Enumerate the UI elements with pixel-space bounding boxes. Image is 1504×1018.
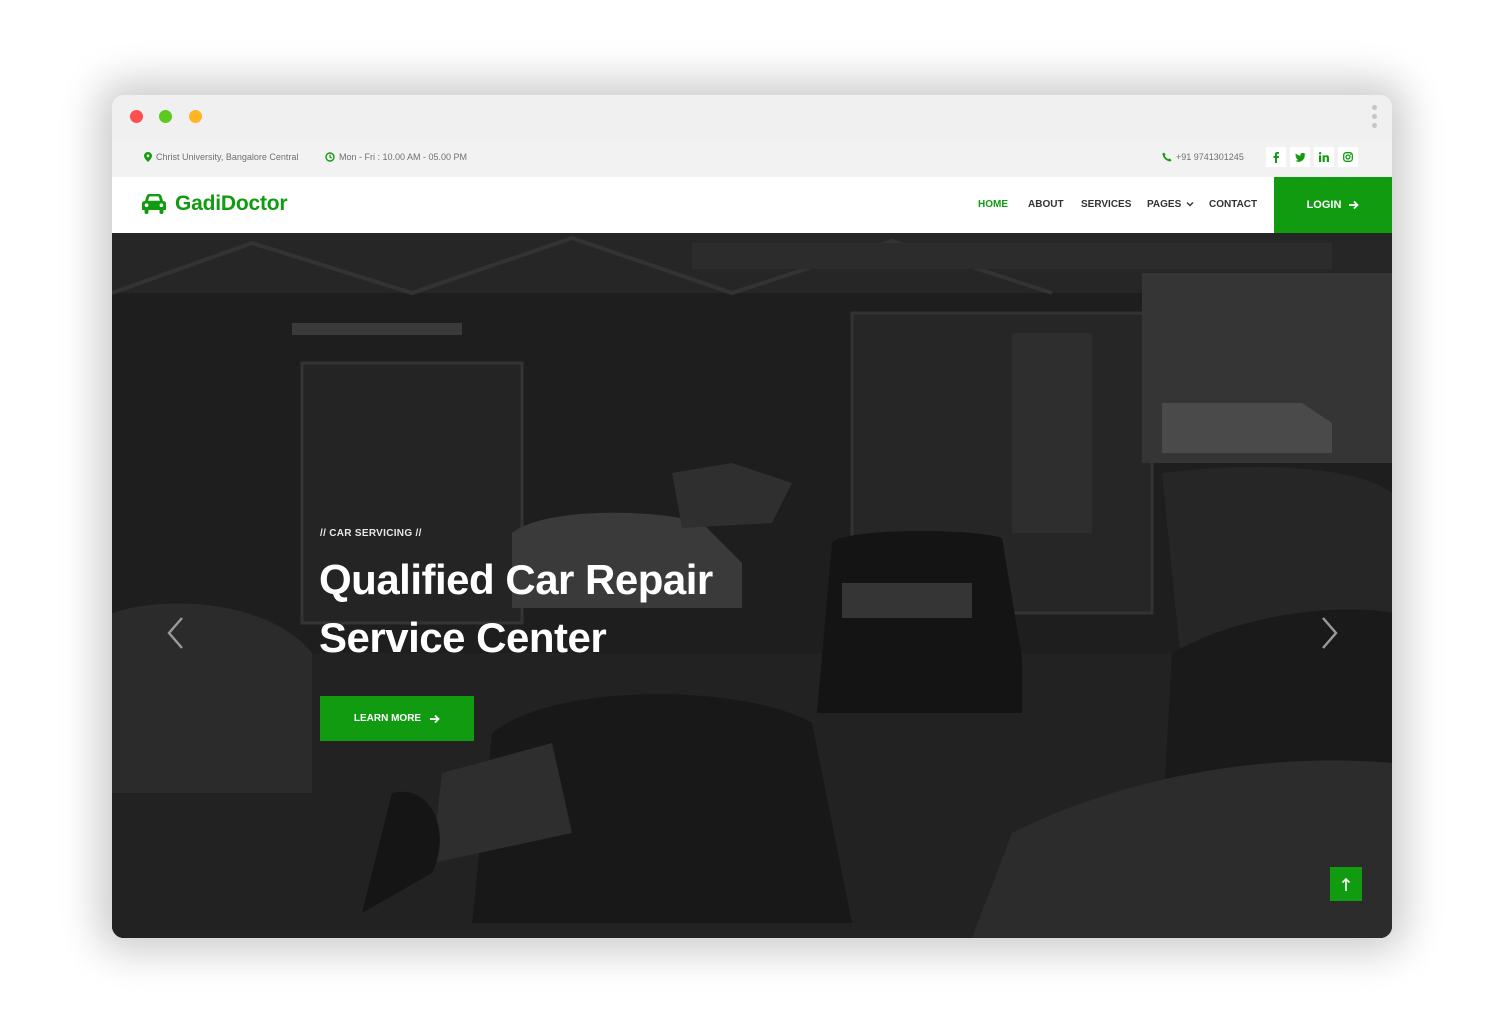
hero-background-image xyxy=(112,233,1392,938)
phone-icon xyxy=(1162,152,1172,162)
phone-info[interactable]: +91 9741301245 xyxy=(1162,152,1244,162)
twitter-icon[interactable] xyxy=(1290,147,1310,167)
address-text: Christ University, Bangalore Central xyxy=(156,152,299,162)
nav-item-pages-label: PAGES xyxy=(1147,199,1182,210)
nav-item-pages[interactable]: PAGES xyxy=(1147,199,1194,210)
nav-item-about[interactable]: ABOUT xyxy=(1028,199,1064,210)
close-window-button[interactable] xyxy=(130,110,143,123)
browser-titlebar xyxy=(112,95,1392,139)
car-icon xyxy=(142,194,166,214)
slider-next-arrow-icon[interactable] xyxy=(1319,616,1339,650)
nav-item-home[interactable]: HOME xyxy=(978,199,1008,210)
arrow-right-icon xyxy=(1349,200,1360,210)
slider-prev-arrow-icon[interactable] xyxy=(166,616,186,650)
hours-text: Mon - Fri : 10.00 AM - 05.00 PM xyxy=(339,152,468,162)
arrow-right-icon xyxy=(430,714,440,723)
learn-more-label: LEARN MORE xyxy=(353,713,422,724)
nav-item-contact[interactable]: CONTACT xyxy=(1209,199,1257,210)
browser-window: Christ University, Bangalore Central Mon… xyxy=(112,95,1392,938)
maximize-window-button[interactable] xyxy=(159,110,172,123)
learn-more-button[interactable]: LEARN MORE xyxy=(320,696,474,741)
login-button[interactable]: LOGIN xyxy=(1274,177,1392,233)
main-navbar: GadiDoctor HOME ABOUT SERVICES PAGES CON… xyxy=(112,177,1392,233)
linkedin-icon[interactable] xyxy=(1314,147,1334,167)
minimize-window-button[interactable] xyxy=(189,110,202,123)
facebook-icon[interactable] xyxy=(1266,147,1286,167)
kebab-menu-icon[interactable] xyxy=(1372,105,1378,131)
address-info: Christ University, Bangalore Central xyxy=(144,152,298,162)
back-to-top-button[interactable] xyxy=(1330,867,1362,901)
hero-title-line-1: Qualified Car Repair xyxy=(319,556,713,603)
brand-logo[interactable]: GadiDoctor xyxy=(142,192,288,216)
top-info-bar: Christ University, Bangalore Central Mon… xyxy=(112,139,1392,177)
clock-icon xyxy=(325,152,335,162)
login-label: LOGIN xyxy=(1306,199,1342,211)
map-pin-icon xyxy=(144,152,152,162)
chevron-down-icon xyxy=(1186,202,1194,207)
arrow-up-icon xyxy=(1341,877,1351,891)
hero-eyebrow: // CAR SERVICING // xyxy=(320,528,422,539)
hero-title-line-2: Service Center xyxy=(319,614,607,661)
nav-item-services[interactable]: SERVICES xyxy=(1081,199,1131,210)
hero-title: Qualified Car Repair Service Center xyxy=(319,551,713,667)
brand-name: GadiDoctor xyxy=(175,192,288,215)
hero-slider: // CAR SERVICING // Qualified Car Repair… xyxy=(112,233,1392,938)
hours-info: Mon - Fri : 10.00 AM - 05.00 PM xyxy=(325,152,467,162)
phone-text: +91 9741301245 xyxy=(1176,152,1244,162)
social-links xyxy=(1266,147,1358,167)
instagram-icon[interactable] xyxy=(1338,147,1358,167)
